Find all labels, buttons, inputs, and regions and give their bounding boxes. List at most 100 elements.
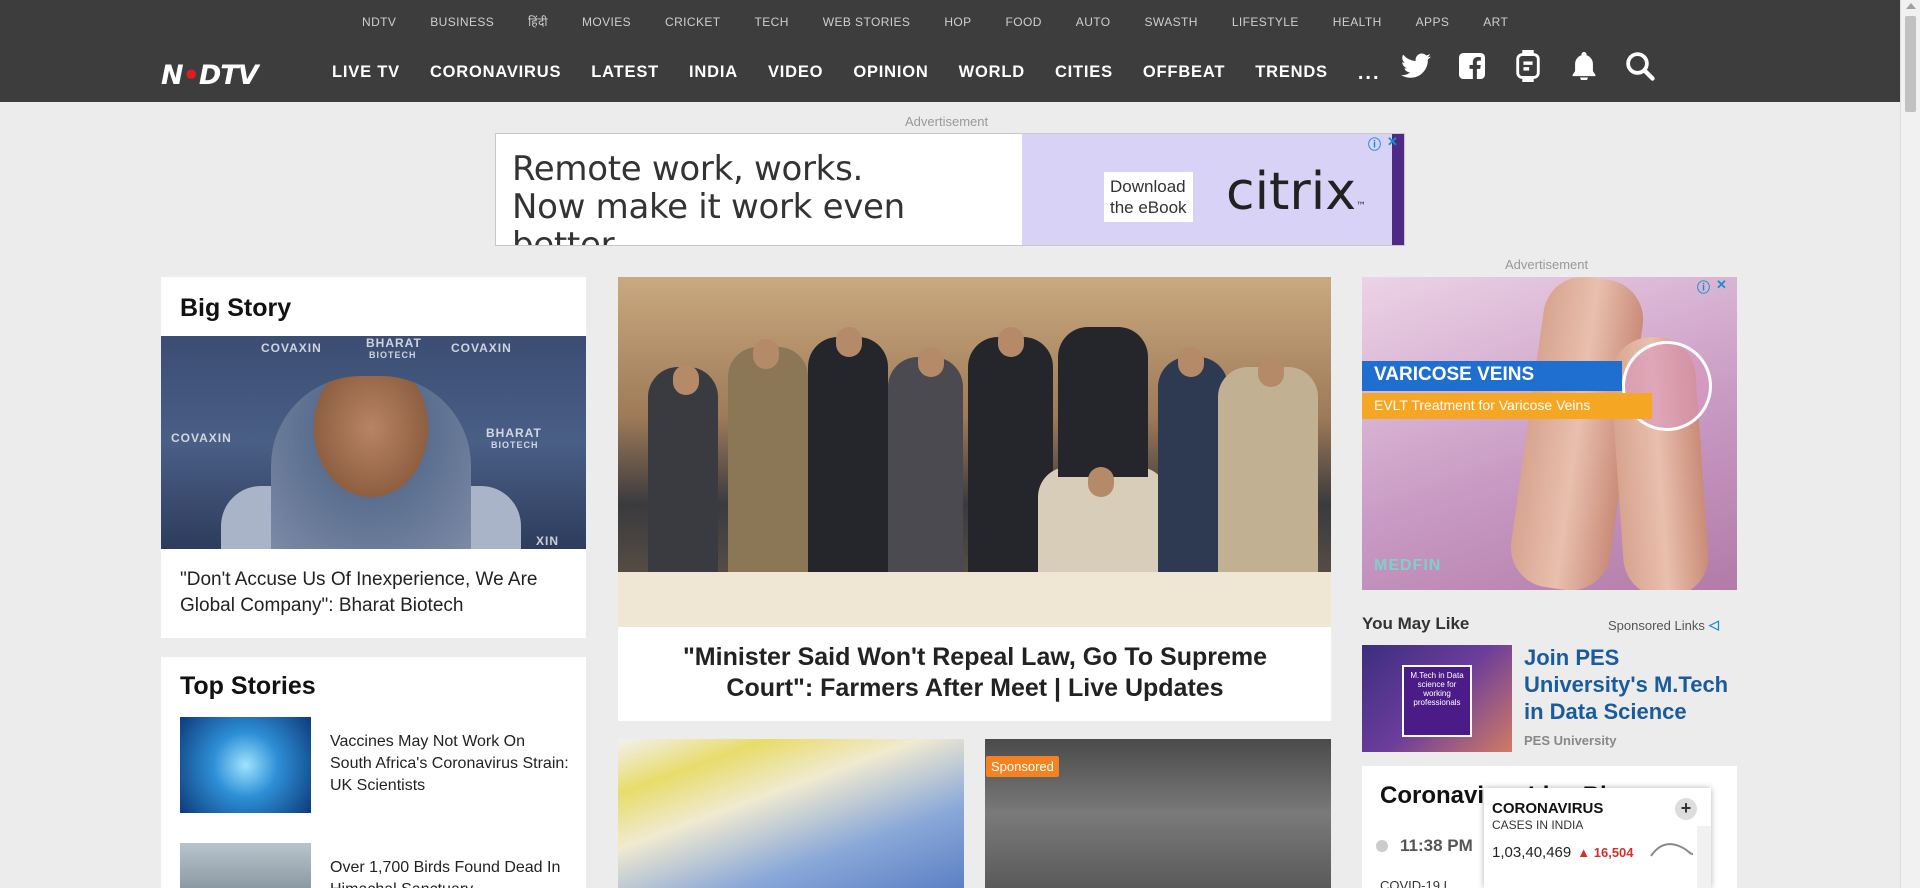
image-table [618, 572, 1331, 627]
story-thumbnail-virus[interactable] [180, 717, 311, 813]
ad-info-icon[interactable]: ⓘ [1368, 134, 1381, 153]
top-nav-item[interactable]: TECH [755, 14, 789, 30]
sponsored-links[interactable]: Sponsored Links ◁ [1608, 617, 1719, 633]
ad-label-top: Advertisement [905, 114, 989, 129]
facebook-icon[interactable] [1456, 50, 1488, 82]
top-nav-item[interactable]: MOVIES [582, 14, 631, 30]
main-nav-item[interactable]: CITIES [1055, 62, 1113, 82]
top-nav-item[interactable]: हिंदी [528, 14, 548, 30]
sponsored-tag: Sponsored [986, 756, 1059, 777]
timeline-dot [1376, 840, 1388, 852]
image-person [1218, 367, 1318, 587]
main-nav-item[interactable]: CORONAVIRUS [430, 62, 561, 82]
image-face [1088, 467, 1114, 497]
ad-info-icon[interactable]: ⓘ [1697, 277, 1710, 296]
image-person [648, 367, 718, 587]
image-text: COVAXIN [171, 431, 232, 445]
top-nav-item[interactable]: WEB STORIES [823, 14, 911, 30]
top-nav-item[interactable]: CRICKET [665, 14, 720, 30]
main-nav-item[interactable]: WORLD [959, 62, 1025, 82]
top-nav-item[interactable]: HOP [944, 14, 971, 30]
search-icon[interactable] [1624, 50, 1656, 82]
main-nav-item[interactable]: INDIA [689, 62, 738, 82]
sponsored-links-label: Sponsored Links [1608, 617, 1705, 633]
image-text: BIOTECH [369, 350, 417, 360]
top-nav-item[interactable]: SWASTH [1145, 14, 1198, 30]
ad-cta-line-1: Download [1110, 177, 1186, 196]
big-story-image[interactable]: COVAXIN BHARAT BIOTECH COVAXIN COVAXIN B… [161, 336, 586, 549]
smartwatch-icon[interactable] [1512, 50, 1544, 82]
scroll-up-arrow-icon[interactable] [1906, 3, 1916, 9]
you-may-like-image[interactable]: M.Tech in Data science for working profe… [1362, 645, 1512, 752]
image-text: BHARAT [366, 336, 422, 350]
trend-sparkline-icon [1650, 843, 1694, 857]
widget-subtitle: CASES IN INDIA [1492, 818, 1584, 832]
big-story-headline[interactable]: "Don't Accuse Us Of Inexperience, We Are… [180, 567, 575, 619]
image-person [888, 357, 963, 587]
citrix-tm: ™ [1356, 201, 1367, 212]
site-header: NDTV BUSINESS हिंदी MOVIES CRICKET TECH WEB ST… [0, 0, 1900, 102]
top-nav-item[interactable]: FOOD [1006, 14, 1042, 30]
ad-close-icon[interactable]: ✕ [1387, 134, 1398, 153]
image-face [918, 347, 944, 377]
featured-story-image[interactable] [618, 277, 1331, 627]
citrix-logo: citrix™ [1226, 162, 1366, 222]
image-face [673, 365, 699, 395]
header-icons [1400, 50, 1656, 82]
case-total: 1,03,40,469 [1492, 844, 1572, 861]
top-nav-item[interactable]: LIFESTYLE [1232, 14, 1299, 30]
image-text: COVAXIN [261, 341, 322, 355]
main-nav-item[interactable]: OFFBEAT [1143, 62, 1225, 82]
ad-download-button[interactable]: Download the eBook [1104, 172, 1193, 222]
ad-line-2: Now make it work even better. [512, 187, 905, 246]
featured-story-headline[interactable]: "Minister Said Won't Repeal Law, Go To S… [640, 642, 1310, 704]
ad-brand-panel: Download the eBook citrix™ [1022, 134, 1404, 245]
top-nav-item[interactable]: HEALTH [1333, 14, 1382, 30]
top-stories-card: Top Stories Vaccines May Not Work On Sou… [161, 657, 586, 888]
image-face [753, 339, 779, 369]
top-nav-item[interactable]: NDTV [362, 14, 396, 30]
ad-copy: Remote work, works. Now make it work eve… [496, 134, 1022, 246]
vaccine-story-thumbnail[interactable] [618, 739, 964, 888]
ad-subtitle: EVLT Treatment for Varicose Veins [1362, 393, 1652, 419]
widget-title: CORONAVIRUS [1492, 800, 1604, 817]
you-may-like-headline[interactable]: Join PES University's M.Tech in Data Sci… [1524, 644, 1739, 725]
main-nav-item[interactable]: VIDEO [768, 62, 823, 82]
right-side-ad[interactable]: VARICOSE VEINS EVLT Treatment for Varico… [1362, 277, 1737, 590]
top-nav-item[interactable]: BUSINESS [430, 14, 494, 30]
image-face [1178, 347, 1204, 377]
more-menu-icon[interactable]: ... [1358, 63, 1381, 83]
ad-close-icon[interactable]: ✕ [1716, 277, 1727, 296]
right-ad-controls: ⓘ ✕ [1697, 277, 1727, 296]
expand-icon[interactable]: + [1675, 798, 1697, 820]
main-nav-item[interactable]: LIVE TV [332, 62, 400, 82]
top-banner-ad[interactable]: Remote work, works. Now make it work eve… [495, 133, 1405, 246]
top-nav-item[interactable]: APPS [1416, 14, 1450, 30]
story-thumbnail-birds[interactable] [180, 843, 311, 888]
ndtv-logo[interactable]: N•DTV [161, 60, 259, 91]
top-story-headline-2[interactable]: Over 1,700 Birds Found Dead In Himachal … [330, 857, 570, 888]
big-story-card: Big Story COVAXIN BHARAT BIOTECH COVAXIN… [161, 277, 586, 638]
main-nav-item[interactable]: OPINION [853, 62, 928, 82]
image-text: BIOTECH [491, 440, 539, 450]
image-face [998, 327, 1024, 357]
main-nav-item[interactable]: TRENDS [1255, 62, 1328, 82]
image-face [1258, 357, 1284, 387]
widget-scrollbar[interactable] [1697, 826, 1711, 888]
main-nav-item[interactable]: LATEST [591, 62, 659, 82]
coronavirus-entry[interactable]: COVID-19 L... [1380, 878, 1462, 888]
scrollbar-thumb[interactable] [1905, 16, 1916, 112]
coronavirus-time-row: 11:38 PM [1376, 836, 1473, 856]
top-nav-item[interactable]: AUTO [1076, 14, 1111, 30]
top-nav: NDTV BUSINESS हिंदी MOVIES CRICKET TECH WEB ST… [362, 14, 1542, 30]
you-may-like-title: You May Like [1362, 614, 1470, 633]
you-may-like-source: PES University [1524, 733, 1617, 748]
twitter-icon[interactable] [1400, 50, 1432, 82]
coronavirus-cases-widget[interactable]: CORONAVIRUS CASES IN INDIA + 1,03,40,469… [1484, 788, 1711, 888]
top-nav-item[interactable]: ART [1483, 14, 1508, 30]
bell-icon[interactable] [1568, 50, 1600, 82]
ad-cta-line-2: the eBook [1110, 198, 1187, 217]
page-scrollbar[interactable] [1900, 0, 1920, 888]
logo-red-dot: • [182, 60, 200, 91]
top-story-headline-1[interactable]: Vaccines May Not Work On South Africa's … [330, 731, 570, 797]
